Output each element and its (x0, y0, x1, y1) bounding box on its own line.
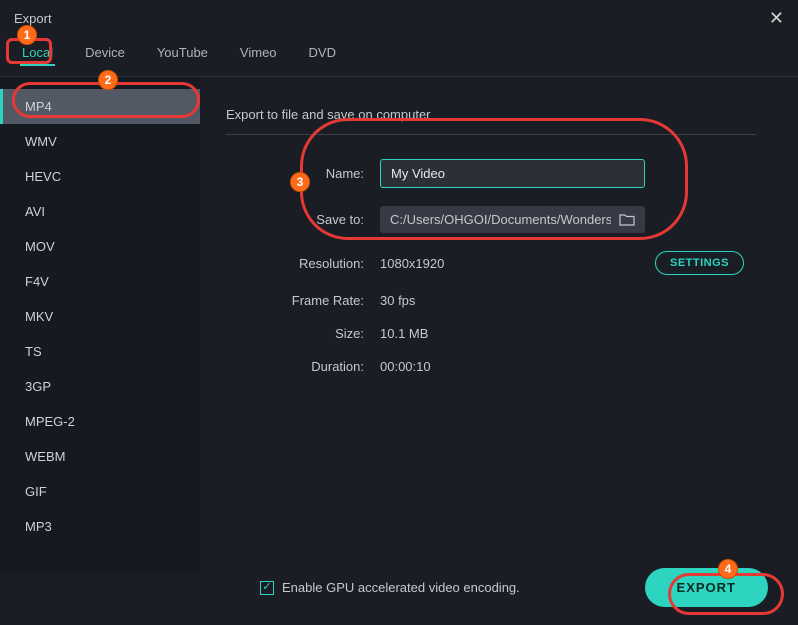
format-wmv[interactable]: WMV (0, 124, 200, 159)
section-header: Export to file and save on computer (226, 107, 756, 135)
resolution-label: Resolution: (226, 256, 380, 271)
format-mov[interactable]: MOV (0, 229, 200, 264)
saveto-label: Save to: (226, 212, 380, 227)
gpu-checkbox[interactable]: ✓ (260, 581, 274, 595)
format-mkv[interactable]: MKV (0, 299, 200, 334)
tab-dvd[interactable]: DVD (307, 41, 338, 66)
close-icon[interactable]: ✕ (769, 8, 784, 29)
tab-youtube[interactable]: YouTube (155, 41, 210, 66)
format-ts[interactable]: TS (0, 334, 200, 369)
name-input[interactable] (380, 159, 645, 188)
tab-vimeo[interactable]: Vimeo (238, 41, 279, 66)
size-value: 10.1 MB (380, 326, 428, 341)
framerate-label: Frame Rate: (226, 293, 380, 308)
format-hevc[interactable]: HEVC (0, 159, 200, 194)
format-mp4[interactable]: MP4 (0, 89, 200, 124)
settings-button[interactable]: SETTINGS (655, 251, 744, 275)
format-f4v[interactable]: F4V (0, 264, 200, 299)
format-3gp[interactable]: 3GP (0, 369, 200, 404)
duration-label: Duration: (226, 359, 380, 374)
format-webm[interactable]: WEBM (0, 439, 200, 474)
check-icon: ✓ (262, 582, 271, 593)
size-label: Size: (226, 326, 380, 341)
export-button[interactable]: EXPORT (645, 568, 768, 607)
format-mpeg2[interactable]: MPEG-2 (0, 404, 200, 439)
saveto-value: C:/Users/OHGOI/Documents/Wondershare (390, 212, 611, 227)
format-avi[interactable]: AVI (0, 194, 200, 229)
tab-device[interactable]: Device (83, 41, 127, 66)
name-label: Name: (226, 166, 380, 181)
saveto-path[interactable]: C:/Users/OHGOI/Documents/Wondershare (380, 206, 645, 233)
resolution-value: 1080x1920 (380, 256, 444, 271)
gpu-checkbox-row[interactable]: ✓ Enable GPU accelerated video encoding. (260, 580, 520, 595)
format-mp3[interactable]: MP3 (0, 509, 200, 544)
format-gif[interactable]: GIF (0, 474, 200, 509)
framerate-value: 30 fps (380, 293, 415, 308)
duration-value: 00:00:10 (380, 359, 431, 374)
tab-local[interactable]: Local (20, 41, 55, 66)
export-tabs: Local Device YouTube Vimeo DVD (0, 33, 798, 77)
folder-icon[interactable] (619, 213, 635, 226)
format-sidebar: MP4 WMV HEVC AVI MOV F4V MKV TS 3GP MPEG… (0, 77, 200, 572)
gpu-label: Enable GPU accelerated video encoding. (282, 580, 520, 595)
window-title: Export (14, 11, 52, 26)
